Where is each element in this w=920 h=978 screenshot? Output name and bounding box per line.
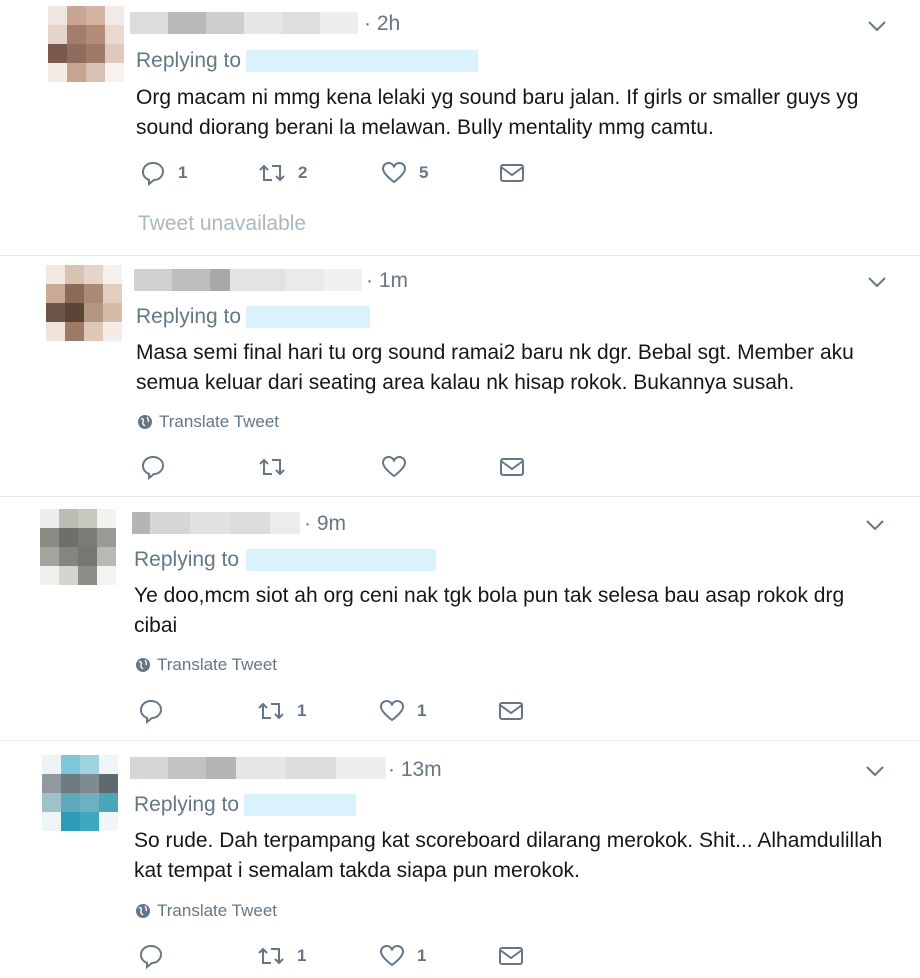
replying-to-label: Replying to: [136, 305, 242, 328]
avatar[interactable]: [48, 6, 124, 82]
reply-icon: [139, 699, 163, 724]
reply-count: 1: [178, 163, 188, 182]
direct-message-button[interactable]: [499, 454, 525, 480]
reply-button[interactable]: [140, 454, 178, 480]
like-button[interactable]: 1: [379, 943, 426, 969]
author-name[interactable]: [134, 269, 362, 291]
timestamp[interactable]: · 13m: [388, 758, 442, 782]
retweet-icon: [259, 458, 285, 476]
envelope-icon: [500, 458, 524, 476]
retweet-icon: [259, 164, 285, 182]
avatar[interactable]: [46, 265, 122, 341]
globe-icon: [138, 415, 152, 429]
reply-button[interactable]: [138, 698, 176, 724]
author-name[interactable]: [130, 12, 358, 34]
author-name[interactable]: [130, 757, 386, 779]
replying-to-label: Replying to: [136, 49, 242, 72]
direct-message-button[interactable]: [499, 160, 525, 186]
tweet-3[interactable]: · 9m Replying to Ye doo,mcm siot ah org …: [0, 497, 920, 737]
chevron-down-icon[interactable]: [864, 760, 886, 782]
direct-message-button[interactable]: [498, 698, 524, 724]
envelope-icon: [499, 702, 523, 720]
chevron-down-icon[interactable]: [866, 15, 888, 37]
action-bar: 1 1: [0, 698, 920, 728]
globe-icon: [136, 658, 150, 672]
heart-icon: [379, 944, 405, 967]
retweet-icon: [258, 702, 284, 720]
action-bar: 1 1: [0, 943, 920, 973]
replying-to-label: Replying to: [134, 548, 240, 571]
replying-to-label: Replying to: [134, 793, 240, 816]
retweet-count: 1: [297, 701, 307, 720]
avatar[interactable]: [40, 509, 116, 585]
heart-icon: [381, 455, 407, 478]
replying-to-handle[interactable]: [246, 50, 478, 72]
tweet-unavailable-notice: Tweet unavailable: [138, 212, 307, 235]
tweet-4[interactable]: · 13m Replying to So rude. Dah terpampan…: [0, 741, 920, 978]
like-count: 1: [417, 701, 427, 720]
tweet-text: Masa semi final hari tu org sound ramai2…: [136, 341, 854, 394]
action-bar: 1 2 5: [0, 160, 920, 190]
timestamp[interactable]: · 1m: [366, 269, 408, 293]
tweet-2[interactable]: · 1m Replying to Masa semi final hari tu…: [0, 255, 920, 495]
retweet-button[interactable]: [258, 454, 298, 480]
retweet-button[interactable]: 2: [258, 160, 307, 186]
replying-to-handle[interactable]: [244, 794, 356, 816]
tweet-text: Org macam ni mmg kena lelaki yg sound ba…: [136, 86, 859, 139]
like-button[interactable]: 1: [379, 698, 426, 724]
chevron-down-icon[interactable]: [864, 514, 886, 536]
like-count: 1: [417, 946, 427, 965]
action-bar: [0, 454, 920, 484]
tweet-text: So rude. Dah terpampang kat scoreboard d…: [134, 829, 883, 882]
envelope-icon: [500, 164, 524, 182]
heart-icon: [379, 699, 405, 722]
like-button[interactable]: [381, 454, 419, 480]
globe-icon: [136, 904, 150, 918]
timestamp[interactable]: · 9m: [304, 512, 346, 536]
replying-to-handle[interactable]: [246, 549, 436, 571]
translate-tweet-link[interactable]: Translate Tweet: [135, 901, 277, 921]
timestamp[interactable]: · 2h: [364, 12, 400, 36]
reply-button[interactable]: 1: [140, 160, 187, 186]
reply-icon: [139, 944, 163, 969]
heart-icon: [381, 161, 407, 184]
retweet-button[interactable]: 1: [257, 698, 306, 724]
retweet-button[interactable]: 1: [257, 943, 306, 969]
translate-tweet-link[interactable]: Translate Tweet: [137, 412, 279, 432]
reply-button[interactable]: [138, 943, 176, 969]
direct-message-button[interactable]: [498, 943, 524, 969]
tweet-text: Ye doo,mcm siot ah org ceni nak tgk bola…: [134, 584, 845, 637]
retweet-count: 2: [298, 163, 308, 182]
retweet-count: 1: [297, 946, 307, 965]
translate-tweet-link[interactable]: Translate Tweet: [135, 655, 277, 675]
avatar[interactable]: [42, 755, 118, 831]
envelope-icon: [499, 947, 523, 965]
like-count: 5: [419, 163, 429, 182]
chevron-down-icon[interactable]: [866, 271, 888, 293]
like-button[interactable]: 5: [381, 160, 428, 186]
tweet-1[interactable]: · 2h Replying to Org macam ni mmg kena l…: [0, 0, 920, 205]
reply-icon: [141, 455, 165, 480]
reply-icon: [141, 161, 165, 186]
author-name[interactable]: [132, 512, 300, 534]
retweet-icon: [258, 947, 284, 965]
replying-to-handle[interactable]: [246, 306, 370, 328]
